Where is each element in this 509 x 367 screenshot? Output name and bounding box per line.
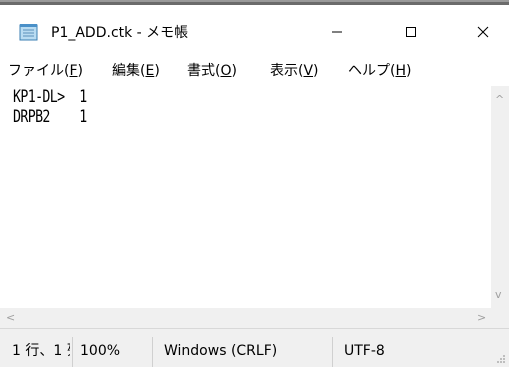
menu-view-label: 表示 <box>270 63 298 79</box>
title-bar[interactable]: P1_ADD.ctk - メモ帳 <box>0 5 509 56</box>
menu-edit[interactable]: 編集(E) <box>112 62 160 80</box>
status-divider <box>332 337 333 367</box>
status-divider <box>152 337 153 367</box>
menu-edit-label: 編集 <box>112 63 140 79</box>
menu-view-accel: V <box>303 63 314 79</box>
scroll-right-icon[interactable]: > <box>477 312 486 324</box>
horizontal-scrollbar[interactable]: < > <box>0 308 491 328</box>
status-bar: 1 行、1 列 100% Windows (CRLF) UTF-8 <box>0 328 509 367</box>
status-position: 1 行、1 列 <box>12 343 70 359</box>
resize-grip-icon[interactable] <box>496 354 506 364</box>
menu-format-accel: O <box>220 63 232 79</box>
editor-line: DRPB2 1 <box>13 107 87 127</box>
editor-line: KP1-DL> 1 <box>13 87 87 107</box>
status-zoom: 100% <box>80 343 121 359</box>
close-icon <box>477 26 489 38</box>
menu-help-label: ヘルプ <box>348 63 390 79</box>
notepad-window: P1_ADD.ctk - メモ帳 ファイル(F) 編集(E) 書式(O) 表示(… <box>0 0 509 367</box>
status-divider <box>72 337 73 367</box>
status-line-ending: Windows (CRLF) <box>164 343 278 359</box>
notepad-icon <box>19 23 39 41</box>
scroll-down-icon[interactable]: v <box>495 289 502 301</box>
menu-file-label: ファイル <box>8 63 64 79</box>
close-button[interactable] <box>460 12 506 52</box>
scroll-left-icon[interactable]: < <box>6 312 15 324</box>
minimize-button[interactable] <box>314 12 360 52</box>
text-editor[interactable]: KP1-DL> 1 DRPB2 1 <box>2 86 490 308</box>
maximize-button[interactable] <box>388 12 434 52</box>
menu-format-label: 書式 <box>187 63 215 79</box>
minimize-icon <box>332 31 342 33</box>
menu-bar: ファイル(F) 編集(E) 書式(O) 表示(V) ヘルプ(H) <box>0 56 509 86</box>
scroll-up-icon[interactable]: ^ <box>495 94 504 106</box>
scrollbar-corner <box>491 308 509 328</box>
menu-file-accel: F <box>69 63 78 79</box>
menu-help[interactable]: ヘルプ(H) <box>348 62 411 80</box>
window-title: P1_ADD.ctk - メモ帳 <box>51 25 189 41</box>
menu-edit-accel: E <box>145 63 155 79</box>
menu-file[interactable]: ファイル(F) <box>8 62 83 80</box>
maximize-icon <box>406 27 416 37</box>
menu-format[interactable]: 書式(O) <box>187 62 237 80</box>
menu-view[interactable]: 表示(V) <box>270 62 319 80</box>
vertical-scrollbar[interactable]: ^ v <box>491 86 509 308</box>
status-encoding: UTF-8 <box>344 343 385 359</box>
menu-help-accel: H <box>395 63 406 79</box>
